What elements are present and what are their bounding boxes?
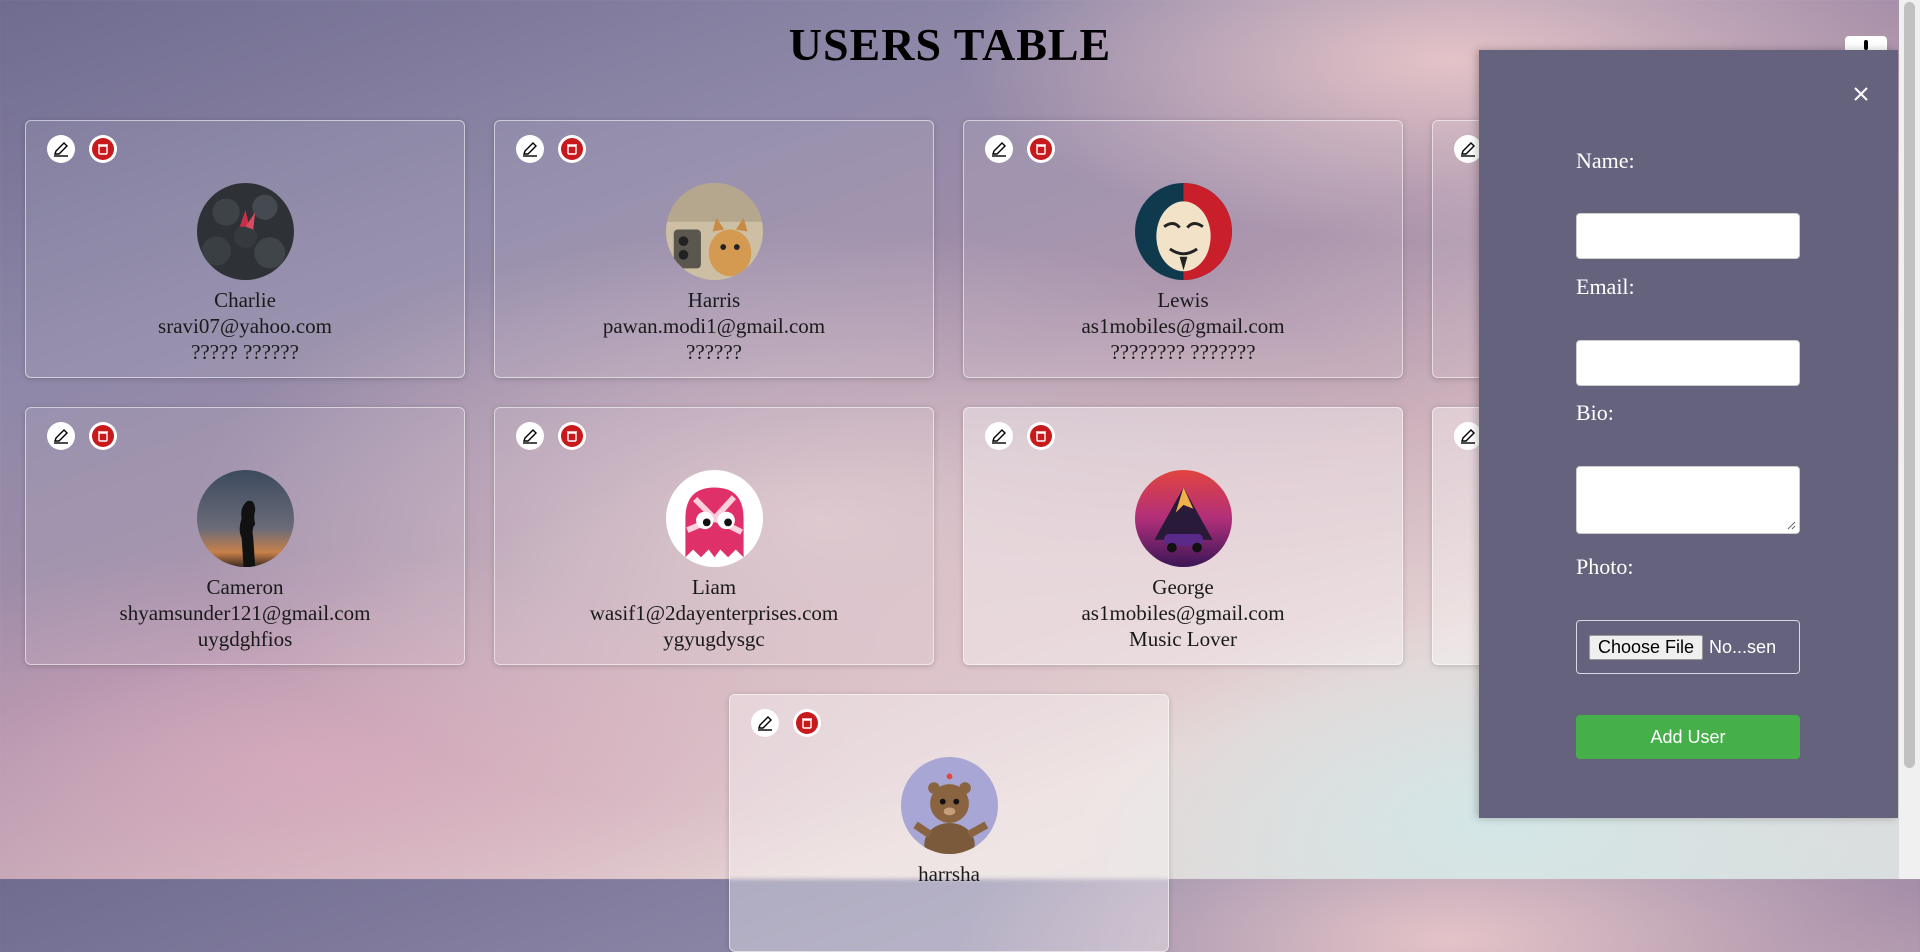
trash-icon — [98, 144, 108, 155]
avatar — [666, 470, 763, 567]
pencil-icon — [992, 142, 1006, 157]
user-email: shyamsunder121@gmail.com — [119, 601, 371, 625]
bio-label: Bio: — [1576, 400, 1614, 425]
pencil-icon — [523, 429, 537, 444]
trash-icon — [1036, 431, 1046, 442]
user-card: Lewis as1mobiles@gmail.com ???????? ????… — [963, 120, 1403, 378]
pencil-icon — [992, 429, 1006, 444]
user-bio: uygdghfios — [197, 627, 293, 651]
choose-file-button[interactable]: Choose File — [1589, 634, 1704, 660]
avatar — [197, 183, 294, 280]
avatar — [1135, 183, 1232, 280]
toggle-panel-button[interactable] — [1845, 36, 1887, 50]
trash-icon — [98, 431, 108, 442]
avatar — [1135, 470, 1232, 567]
delete-button[interactable] — [558, 135, 586, 163]
user-card: Liam wasif1@2dayenterprises.com ygyugdys… — [494, 407, 934, 665]
avatar — [666, 183, 763, 280]
edit-button[interactable] — [47, 135, 75, 163]
add-user-panel: Name: Email: Bio: Photo: Choose File No.… — [1479, 50, 1898, 818]
trash-icon — [1036, 144, 1046, 155]
photo-label: Photo: — [1576, 554, 1634, 579]
user-name: Lewis — [1157, 288, 1209, 312]
user-name: George — [1152, 575, 1214, 599]
edit-button[interactable] — [985, 135, 1013, 163]
pencil-icon — [758, 716, 772, 731]
user-bio: Music Lover — [1129, 627, 1237, 651]
email-label: Email: — [1576, 274, 1635, 299]
pencil-icon — [1461, 429, 1475, 444]
name-input[interactable] — [1576, 213, 1800, 259]
delete-button[interactable] — [89, 135, 117, 163]
avatar — [901, 757, 998, 854]
add-user-button[interactable]: Add User — [1576, 715, 1800, 759]
user-email: as1mobiles@gmail.com — [1081, 314, 1285, 338]
user-card: George as1mobiles@gmail.com Music Lover — [963, 407, 1403, 665]
user-bio: ????? ?????? — [191, 340, 299, 364]
user-bio: ygyugdysgc — [663, 627, 765, 651]
file-status: No...sen — [1709, 636, 1777, 657]
user-email: sravi07@yahoo.com — [158, 314, 332, 338]
close-icon[interactable] — [1849, 82, 1873, 106]
page-scrollbar[interactable] — [1899, 0, 1920, 879]
pencil-icon — [54, 142, 68, 157]
bio-textarea[interactable] — [1576, 466, 1800, 534]
pencil-icon — [523, 142, 537, 157]
edit-button[interactable] — [1454, 422, 1482, 450]
pencil-icon — [1461, 142, 1475, 157]
trash-icon — [802, 718, 812, 729]
resize-handle-icon[interactable] — [1787, 521, 1796, 530]
user-name: Charlie — [214, 288, 276, 312]
user-name: harrsha — [918, 862, 980, 886]
avatar — [197, 470, 294, 567]
user-card: Charlie sravi07@yahoo.com ????? ?????? — [25, 120, 465, 378]
user-name: Liam — [691, 575, 737, 599]
scroll-thumb[interactable] — [1904, 2, 1915, 768]
name-label: Name: — [1576, 148, 1635, 173]
delete-button[interactable] — [793, 709, 821, 737]
user-bio: ?????? — [686, 340, 742, 364]
delete-button[interactable] — [1027, 422, 1055, 450]
user-name: Cameron — [206, 575, 284, 599]
user-email: pawan.modi1@gmail.com — [602, 314, 826, 338]
edit-button[interactable] — [1454, 135, 1482, 163]
user-card: harrsha — [729, 694, 1169, 952]
user-card: Cameron shyamsunder121@gmail.com uygdghf… — [25, 407, 465, 665]
user-email: wasif1@2dayenterprises.com — [589, 601, 839, 625]
delete-button[interactable] — [89, 422, 117, 450]
delete-button[interactable] — [558, 422, 586, 450]
photo-file-input[interactable]: Choose File No...sen — [1576, 620, 1800, 674]
trash-icon — [567, 431, 577, 442]
user-email: as1mobiles@gmail.com — [1081, 601, 1285, 625]
trash-icon — [567, 144, 577, 155]
user-card: Harris pawan.modi1@gmail.com ?????? — [494, 120, 934, 378]
edit-button[interactable] — [516, 422, 544, 450]
email-input[interactable] — [1576, 340, 1800, 386]
user-bio: ???????? ??????? — [1110, 340, 1256, 364]
edit-button[interactable] — [751, 709, 779, 737]
pencil-icon — [54, 429, 68, 444]
edit-button[interactable] — [985, 422, 1013, 450]
delete-button[interactable] — [1027, 135, 1055, 163]
edit-button[interactable] — [516, 135, 544, 163]
edit-button[interactable] — [47, 422, 75, 450]
user-name: Harris — [687, 288, 741, 312]
